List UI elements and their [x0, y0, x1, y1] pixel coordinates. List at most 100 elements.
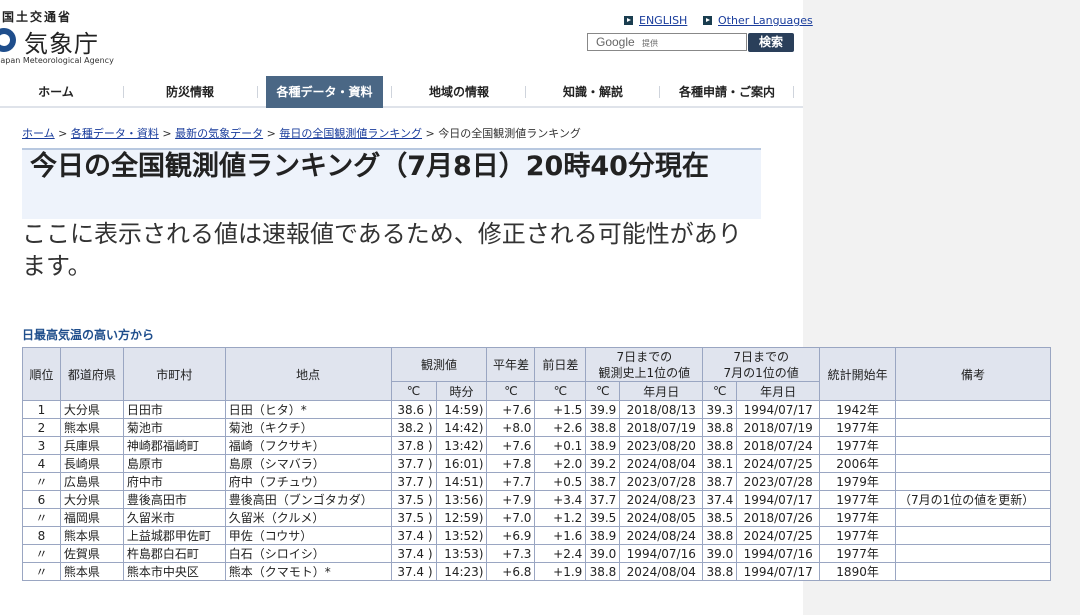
cell-rank: 1 [22, 400, 61, 419]
nav-home[interactable]: ホーム [0, 76, 112, 108]
cell-time: 13:53) [435, 544, 488, 563]
header-station: 地点 [224, 347, 392, 401]
agency-name: 気象庁 [24, 30, 99, 58]
cell-prev-diff: +1.5 [534, 400, 587, 419]
breadcrumb-latest[interactable]: 最新の気象データ [175, 127, 263, 140]
breadcrumb-home[interactable]: ホーム [22, 127, 55, 140]
table-row: 2 熊本県 菊池市 菊池（キクチ） 38.2 ) 14:42) +8.0 +2.… [22, 418, 1051, 437]
cell-record-date: 2024/08/05 [619, 508, 704, 527]
header-city: 市町村 [122, 347, 226, 401]
cell-station: 日田（ヒタ）* [224, 400, 392, 419]
breadcrumb-data[interactable]: 各種データ・資料 [71, 127, 159, 140]
cell-prev-diff: +0.1 [534, 436, 587, 455]
cell-pref: 福岡県 [59, 508, 124, 527]
cell-station: 福崎（フクサキ） [224, 436, 392, 455]
cell-value: 37.5 ) [390, 490, 437, 509]
arrow-square-icon [624, 16, 633, 25]
cell-prev-diff: +2.4 [534, 544, 587, 563]
cell-rank: 6 [22, 490, 61, 509]
subheader-obs-unit: ℃ [390, 381, 437, 401]
cell-value: 37.7 ) [390, 472, 437, 491]
table-row: 8 熊本県 上益城郡甲佐町 甲佐（コウサ） 37.4 ) 13:52) +6.9… [22, 526, 1051, 545]
cell-july-date: 2018/07/24 [736, 436, 821, 455]
nav-applications[interactable]: 各種申請・ご案内 [668, 76, 786, 108]
search-button[interactable]: 検索 [748, 33, 794, 52]
cell-value: 37.5 ) [390, 508, 437, 527]
cell-time: 14:59) [435, 400, 488, 419]
nav-divider [257, 86, 258, 98]
cell-prev-diff: +0.5 [534, 472, 587, 491]
breadcrumb-sep: > [266, 127, 276, 140]
cell-record: 38.8 [585, 562, 621, 581]
nav-data[interactable]: 各種データ・資料 [266, 76, 383, 108]
cell-stats-start: 1942年 [819, 400, 897, 419]
cell-stats-start: 1977年 [819, 418, 897, 437]
cell-record: 39.5 [585, 508, 621, 527]
cell-remark [895, 472, 1051, 491]
cell-record-date: 2024/08/24 [619, 526, 704, 545]
ministry-name: 国土交通省 [2, 10, 73, 24]
cell-station: 豊後高田（ブンゴタカダ） [224, 490, 392, 509]
cell-normal-diff: +8.0 [486, 418, 536, 437]
cell-rank: 〃 [22, 508, 61, 527]
cell-july: 38.7 [702, 472, 738, 491]
cell-station: 島原（シマバラ） [224, 454, 392, 473]
cell-remark [895, 544, 1051, 563]
cell-pref: 兵庫県 [59, 436, 124, 455]
jma-emblem-icon [0, 28, 16, 52]
search-input[interactable]: Google 提供 [587, 33, 747, 51]
cell-july: 38.1 [702, 454, 738, 473]
page-title-box: 今日の全国観測値ランキング（7月8日）20時40分現在 [22, 148, 761, 219]
cell-prev-diff: +1.6 [534, 526, 587, 545]
cell-record: 38.8 [585, 418, 621, 437]
cell-rank: 8 [22, 526, 61, 545]
nav-divider [391, 86, 392, 98]
other-languages-link[interactable]: Other Languages [703, 14, 813, 27]
cell-time: 14:51) [435, 472, 488, 491]
cell-record-date: 2023/08/20 [619, 436, 704, 455]
cell-time: 16:01) [435, 454, 488, 473]
cell-value: 37.4 ) [390, 562, 437, 581]
cell-record: 38.9 [585, 436, 621, 455]
cell-july: 39.3 [702, 400, 738, 419]
cell-record: 39.9 [585, 400, 621, 419]
jma-logo[interactable]: 国土交通省 気象庁 Japan Meteorological Agency [0, 6, 114, 66]
cell-remark [895, 454, 1051, 473]
nav-divider [123, 86, 124, 98]
english-link[interactable]: ENGLISH [624, 14, 687, 27]
cell-value: 37.4 ) [390, 544, 437, 563]
nav-regional-info[interactable]: 地域の情報 [403, 76, 515, 108]
nav-knowledge[interactable]: 知識・解説 [537, 76, 649, 108]
nav-divider [525, 86, 526, 98]
cell-record: 39.2 [585, 454, 621, 473]
cell-july-date: 2018/07/26 [736, 508, 821, 527]
cell-july-date: 2023/07/28 [736, 472, 821, 491]
cell-station: 甲佐（コウサ） [224, 526, 392, 545]
cell-record: 38.7 [585, 472, 621, 491]
table-row: 1 大分県 日田市 日田（ヒタ）* 38.6 ) 14:59) +7.6 +1.… [22, 400, 1051, 419]
cell-prev-diff: +2.6 [534, 418, 587, 437]
cell-normal-diff: +7.0 [486, 508, 536, 527]
breadcrumb-daily-ranking[interactable]: 毎日の全国観測値ランキング [279, 127, 422, 140]
cell-record-date: 2018/07/19 [619, 418, 704, 437]
cell-record-date: 2023/07/28 [619, 472, 704, 491]
cell-july: 38.8 [702, 418, 738, 437]
cell-station: 白石（シロイシ） [224, 544, 392, 563]
cell-pref: 長崎県 [59, 454, 124, 473]
cell-value: 37.4 ) [390, 526, 437, 545]
cell-station: 府中（フチュウ） [224, 472, 392, 491]
cell-pref: 熊本県 [59, 418, 124, 437]
cell-stats-start: 1979年 [819, 472, 897, 491]
cell-value: 38.6 ) [390, 400, 437, 419]
cell-record-date: 2024/08/04 [619, 454, 704, 473]
cell-july-date: 2024/07/25 [736, 454, 821, 473]
cell-prev-diff: +2.0 [534, 454, 587, 473]
nav-disaster-info[interactable]: 防災情報 [134, 76, 246, 108]
cell-city: 豊後高田市 [122, 490, 226, 509]
cell-normal-diff: +6.9 [486, 526, 536, 545]
google-label: Google [596, 35, 635, 49]
cell-city: 菊池市 [122, 418, 226, 437]
cell-value: 37.7 ) [390, 454, 437, 473]
subheader-rec-unit: ℃ [585, 381, 621, 401]
nav-divider [659, 86, 660, 98]
